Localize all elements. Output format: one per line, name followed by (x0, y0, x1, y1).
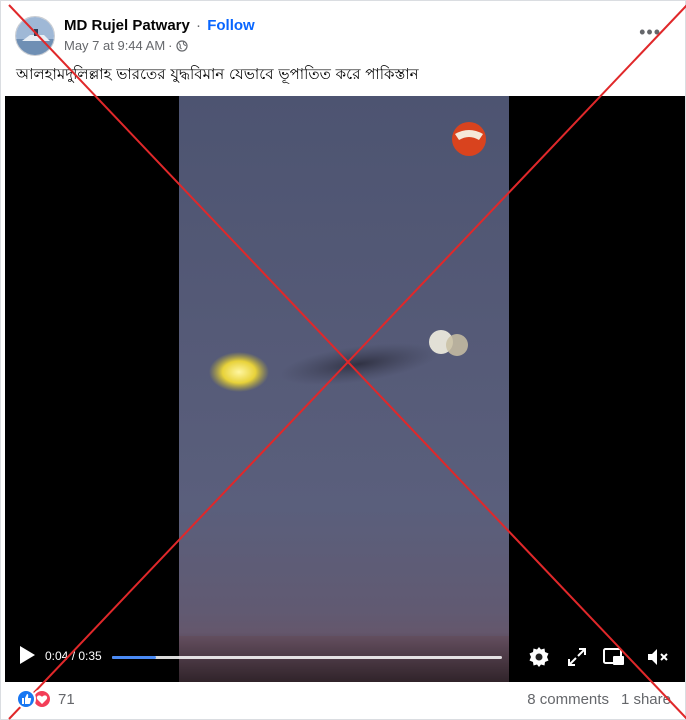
reactions-summary[interactable]: 71 (16, 689, 75, 709)
author-line: MD Rujel Patwary · Follow (64, 16, 255, 35)
time-display: 0:04 / 0:35 (45, 649, 102, 663)
follow-button[interactable]: Follow (207, 17, 255, 34)
author-name[interactable]: MD Rujel Patwary (64, 17, 190, 34)
channel-logo (452, 122, 486, 156)
globe-icon (175, 40, 188, 52)
fireball (209, 352, 269, 392)
volume-muted-icon[interactable] (645, 645, 669, 669)
meta-separator: · (168, 38, 173, 53)
pip-icon[interactable] (602, 645, 626, 669)
video-controls: 0:04 / 0:35 (5, 632, 685, 682)
fullscreen-icon[interactable] (565, 645, 589, 669)
video-player[interactable]: 0:04 / 0:35 (5, 96, 685, 682)
shares-count[interactable]: 1 share (621, 691, 671, 708)
progress-bar[interactable] (112, 656, 502, 659)
avatar[interactable] (15, 16, 55, 56)
settings-icon[interactable] (527, 645, 551, 669)
play-icon[interactable] (17, 644, 37, 666)
video-frame (179, 96, 509, 682)
comments-count[interactable]: 8 comments (527, 691, 609, 708)
smoke-trail (279, 342, 439, 386)
reaction-count: 71 (58, 690, 75, 708)
post-meta: May 7 at 9:44 AM · (64, 38, 188, 54)
progress-fill (112, 656, 157, 659)
more-options-icon[interactable]: ••• (639, 23, 661, 41)
like-reaction-icon (16, 689, 36, 709)
engagement-stats: 8 comments 1 share (527, 691, 671, 708)
post-card: MD Rujel Patwary · Follow May 7 at 9:44 … (0, 0, 686, 720)
timestamp[interactable]: May 7 at 9:44 AM (64, 38, 165, 54)
post-caption: আলহামদুলিল্লাহ ভারতের যুদ্ধবিমান যেভাবে … (16, 65, 419, 83)
separator-dot: · (196, 17, 202, 34)
